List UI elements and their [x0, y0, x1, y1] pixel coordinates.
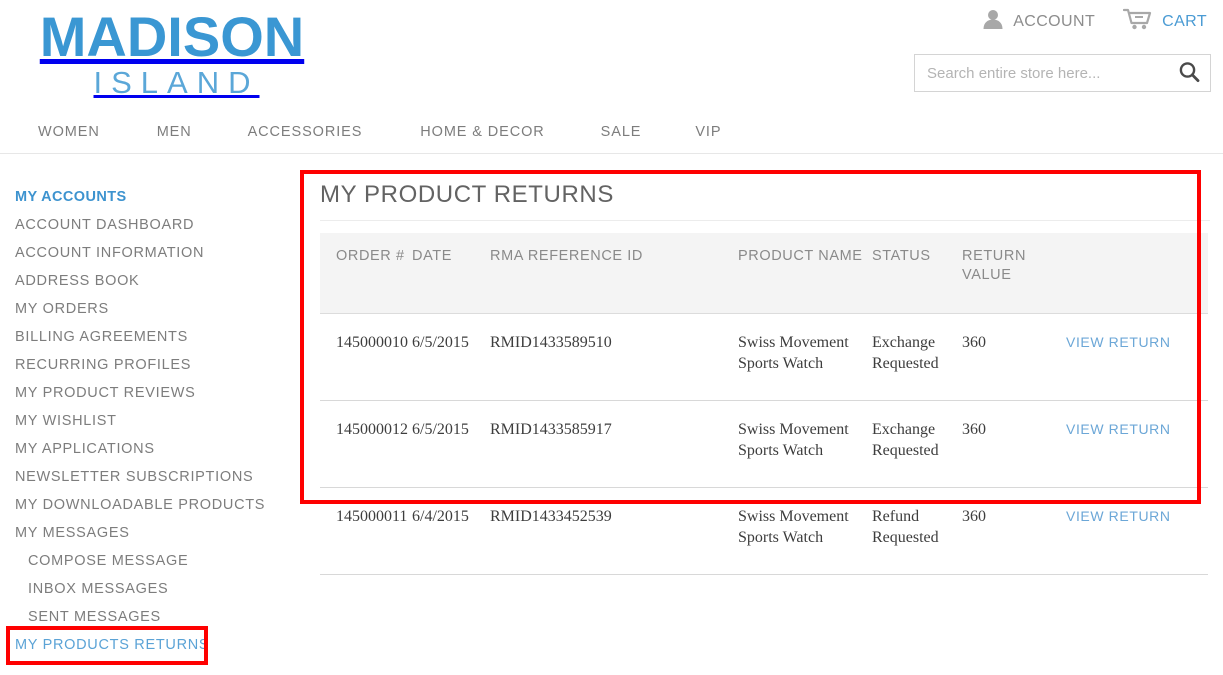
account-link-label: ACCOUNT: [1013, 12, 1096, 30]
cell-order: 145000011: [320, 487, 412, 575]
cell-action: VIEW RETURN: [1066, 400, 1208, 488]
cart-link[interactable]: CART: [1123, 8, 1207, 35]
sidebar-item-my-messages[interactable]: MY MESSAGES: [15, 519, 285, 547]
column-header-status: STATUS: [872, 233, 962, 314]
main-content: MY PRODUCT RETURNS ORDER # DATE RMA REFE…: [320, 180, 1210, 575]
view-return-link[interactable]: VIEW RETURN: [1066, 334, 1171, 350]
sidebar-item-my-wishlist[interactable]: MY WISHLIST: [15, 407, 285, 435]
header-links: ACCOUNT CART: [982, 8, 1207, 35]
account-sidebar: MY ACCOUNTS ACCOUNT DASHBOARD ACCOUNT IN…: [15, 183, 285, 659]
cell-rma: RMID1433585917: [490, 400, 738, 488]
column-header-date: DATE: [412, 233, 490, 314]
cell-product: Swiss Movement Sports Watch: [738, 313, 872, 401]
sidebar-item-address-book[interactable]: ADDRESS BOOK: [15, 267, 285, 295]
sidebar-item-account-information[interactable]: ACCOUNT INFORMATION: [15, 239, 285, 267]
cell-product: Swiss Movement Sports Watch: [738, 487, 872, 575]
cell-order: 145000010: [320, 313, 412, 401]
search-box[interactable]: [914, 54, 1211, 92]
sidebar-item-my-orders[interactable]: MY ORDERS: [15, 295, 285, 323]
sidebar-item-inbox-messages[interactable]: INBOX MESSAGES: [15, 575, 285, 603]
column-header-rma-reference-id: RMA REFERENCE ID: [490, 233, 738, 314]
search-button[interactable]: [1168, 55, 1210, 91]
cell-return-value: 360: [962, 313, 1066, 401]
table-row: 145000011 6/4/2015 RMID1433452539 Swiss …: [320, 487, 1208, 575]
cell-action: VIEW RETURN: [1066, 313, 1208, 401]
nav-item-men[interactable]: MEN: [157, 122, 192, 142]
table-header: ORDER # DATE RMA REFERENCE ID PRODUCT NA…: [320, 233, 1208, 314]
nav-item-accessories[interactable]: ACCESSORIES: [248, 122, 363, 142]
cell-return-value: 360: [962, 487, 1066, 575]
nav-item-sale[interactable]: SALE: [601, 122, 642, 142]
column-header-product-name: PRODUCT NAME: [738, 233, 872, 314]
cell-rma: RMID1433452539: [490, 487, 738, 575]
product-returns-table: ORDER # DATE RMA REFERENCE ID PRODUCT NA…: [320, 233, 1208, 575]
cell-status: Exchange Requested: [872, 400, 962, 488]
person-icon: [982, 9, 1004, 34]
search-input[interactable]: [915, 55, 1168, 91]
sidebar-item-sent-messages[interactable]: SENT MESSAGES: [15, 603, 285, 631]
table-row: 145000012 6/5/2015 RMID1433585917 Swiss …: [320, 400, 1208, 488]
page-title: MY PRODUCT RETURNS: [320, 180, 1210, 221]
cell-date: 6/5/2015: [412, 313, 490, 401]
view-return-link[interactable]: VIEW RETURN: [1066, 508, 1171, 524]
cell-status: Exchange Requested: [872, 313, 962, 401]
main-navigation: WOMEN MEN ACCESSORIES HOME & DECOR SALE …: [0, 122, 1223, 154]
sidebar-item-compose-message[interactable]: COMPOSE MESSAGE: [15, 547, 285, 575]
cart-link-label: CART: [1162, 12, 1207, 30]
view-return-link[interactable]: VIEW RETURN: [1066, 421, 1171, 437]
logo-secondary-text: ISLAND: [93, 65, 260, 100]
sidebar-item-my-products-returns[interactable]: MY PRODUCTS RETURNS: [15, 631, 285, 659]
logo-primary-text: MADISON: [39, 5, 305, 68]
cell-status: Refund Requested: [872, 487, 962, 575]
sidebar-item-account-dashboard[interactable]: ACCOUNT DASHBOARD: [15, 211, 285, 239]
column-header-order: ORDER #: [320, 233, 412, 314]
cell-action: VIEW RETURN: [1066, 487, 1208, 575]
sidebar-item-my-downloadable-products[interactable]: MY DOWNLOADABLE PRODUCTS: [15, 491, 285, 519]
table-header-row: ORDER # DATE RMA REFERENCE ID PRODUCT NA…: [320, 233, 1208, 314]
sidebar-item-billing-agreements[interactable]: BILLING AGREEMENTS: [15, 323, 285, 351]
cell-return-value: 360: [962, 400, 1066, 488]
nav-item-women[interactable]: WOMEN: [38, 122, 100, 142]
cell-product: Swiss Movement Sports Watch: [738, 400, 872, 488]
cell-date: 6/5/2015: [412, 400, 490, 488]
table-body: 145000010 6/5/2015 RMID1433589510 Swiss …: [320, 313, 1208, 575]
page-root: MADISON ISLAND ACCOUNT CART Search entir…: [0, 0, 1223, 675]
cell-order: 145000012: [320, 400, 412, 488]
sidebar-item-my-applications[interactable]: MY APPLICATIONS: [15, 435, 285, 463]
nav-item-home-decor[interactable]: HOME & DECOR: [420, 122, 544, 142]
site-logo[interactable]: MADISON ISLAND: [22, 8, 322, 100]
cell-rma: RMID1433589510: [490, 313, 738, 401]
cart-icon: [1123, 8, 1153, 35]
table-row: 145000010 6/5/2015 RMID1433589510 Swiss …: [320, 313, 1208, 401]
nav-item-vip[interactable]: VIP: [695, 122, 721, 142]
sidebar-item-newsletter-subscriptions[interactable]: NEWSLETTER SUBSCRIPTIONS: [15, 463, 285, 491]
account-link[interactable]: ACCOUNT: [982, 9, 1095, 34]
column-header-return-value: RETURN VALUE: [962, 233, 1066, 314]
cell-date: 6/4/2015: [412, 487, 490, 575]
sidebar-item-recurring-profiles[interactable]: RECURRING PROFILES: [15, 351, 285, 379]
sidebar-item-my-product-reviews[interactable]: MY PRODUCT REVIEWS: [15, 379, 285, 407]
search-icon: [1178, 61, 1200, 86]
sidebar-heading-my-accounts[interactable]: MY ACCOUNTS: [15, 183, 285, 211]
column-header-action: [1066, 233, 1208, 314]
